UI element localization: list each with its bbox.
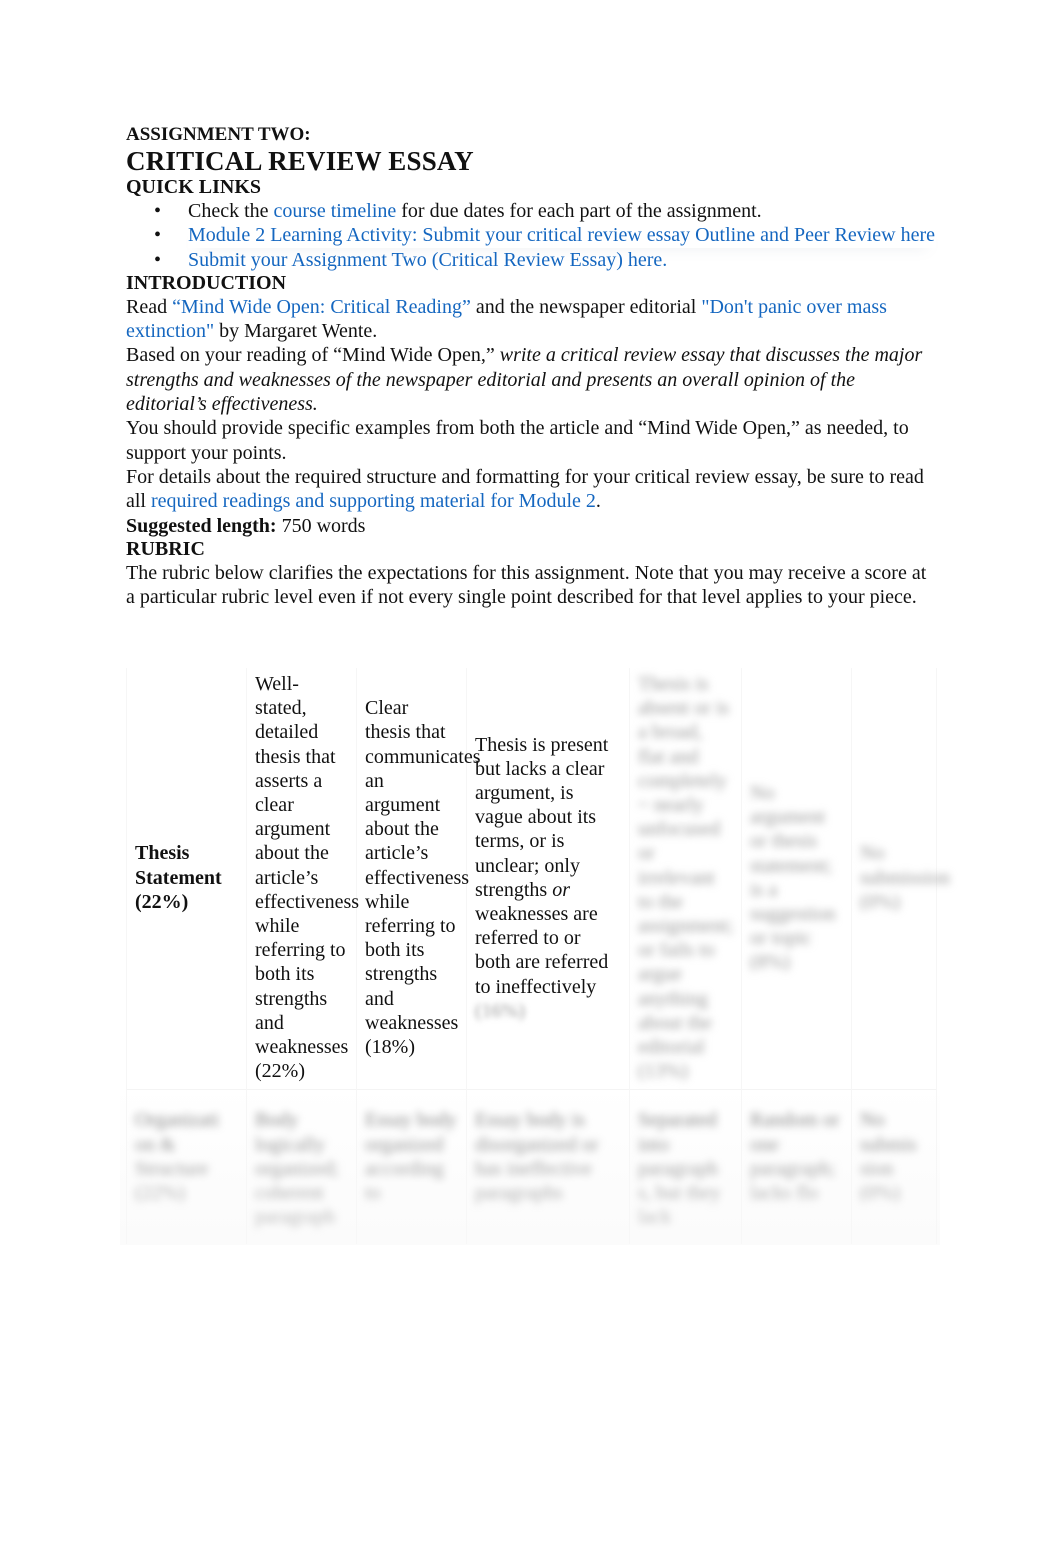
rubric-level-cell: Clear thesis that communicates an argume…: [356, 668, 481, 1090]
submit-assignment-two-link[interactable]: Submit your Assignment Two (Critical Rev…: [188, 249, 667, 271]
required-readings-link[interactable]: required readings and supporting materia…: [151, 490, 596, 512]
rubric-row-organization: Organizati on & Structure (22%) Body log…: [126, 1089, 937, 1245]
intro-paragraph-details: For details about the required structure…: [126, 465, 936, 514]
rubric-level-cell-blurred: No submis sion (0%): [851, 1089, 937, 1245]
page-title: CRITICAL REVIEW ESSAY: [126, 146, 474, 176]
quick-link-prefix: Check the: [188, 200, 274, 222]
intro-paragraph-readings: Read “Mind Wide Open: Critical Reading” …: [126, 295, 936, 344]
intro-text: Read: [126, 295, 173, 318]
intro-paragraph-examples: You should provide specific examples fro…: [126, 417, 909, 464]
rubric-level-cell-blurred: Random or one paragraph; lacks flo: [741, 1089, 852, 1245]
suggested-length: Suggested length: 750 words: [126, 514, 936, 538]
module2-learning-activity-link[interactable]: Module 2 Learning Activity: Submit your …: [188, 224, 935, 246]
rubric-table: Thesis Statement (22%) Well-stated, deta…: [126, 668, 950, 1245]
quick-link-item: • Module 2 Learning Activity: Submit you…: [154, 223, 936, 247]
intro-text: and the newspaper editorial: [470, 295, 702, 318]
bullet-icon: •: [154, 224, 162, 247]
suggested-length-value: 750 words: [276, 514, 366, 537]
rubric-level-cell: Thesis is present but lacks a clear argu…: [466, 668, 630, 1090]
rubric-level-cell-blurred: No argument or thesis statement; is a su…: [741, 668, 852, 1090]
rubric-row-thesis: Thesis Statement (22%) Well-stated, deta…: [126, 668, 950, 1090]
course-timeline-link[interactable]: course timeline: [274, 200, 397, 222]
rubric-intro: The rubric below clarifies the expectati…: [126, 561, 927, 609]
rubric-level-cell-blurred: No submission (0%): [851, 668, 950, 1090]
rubric-level-cell-blurred: Thesis is absent or is a broad, flat and…: [629, 668, 742, 1090]
intro-text: .: [595, 490, 601, 513]
bullet-icon: •: [154, 200, 162, 222]
rubric-level-text: weaknesses are referred to or both are r…: [475, 902, 609, 998]
rubric-level-cell-blurred: Body logically organized; coherent parag…: [246, 1089, 357, 1245]
rubric-level-cell-blurred: Essay body is disorganized or has ineffe…: [466, 1089, 630, 1245]
assignment-kicker: ASSIGNMENT TWO:: [126, 124, 311, 145]
quick-link-item: • Submit your Assignment Two (Critical R…: [154, 248, 936, 272]
intro-paragraph-task: Based on your reading of “Mind Wide Open…: [126, 343, 936, 416]
intro-text: by Margaret Wente.: [214, 320, 378, 343]
quick-link-suffix: for due dates for each part of the assig…: [396, 200, 762, 222]
rubric-level-text: Thesis is present but lacks a clear argu…: [475, 733, 609, 901]
quick-link-item: • Check the course timeline for due date…: [154, 199, 936, 223]
rubric-criterion: Thesis Statement (22%): [126, 668, 247, 1090]
rubric-criterion-blurred: Organizati on & Structure (22%): [126, 1089, 247, 1245]
introduction-heading: INTRODUCTION: [126, 271, 287, 294]
quick-links-list: • Check the course timeline for due date…: [126, 199, 936, 272]
rubric-level-cell-blurred: Essay body organized according to: [356, 1089, 467, 1245]
intro-text: Based on your reading of “Mind Wide Open…: [126, 344, 500, 367]
suggested-length-label: Suggested length:: [126, 514, 277, 537]
document-page: ASSIGNMENT TWO: CRITICAL REVIEW ESSAY QU…: [126, 124, 936, 609]
rubric-level-blurred-tail: (16%): [475, 999, 525, 1022]
rubric-heading: RUBRIC: [126, 537, 205, 560]
rubric-level-cell-blurred: Separated into paragraph s, but they lac…: [629, 1089, 742, 1245]
quick-links-heading: QUICK LINKS: [126, 176, 262, 198]
rubric-level-cell: Well-stated, detailed thesis that assert…: [246, 668, 359, 1090]
rubric-level-emphasis: or: [552, 878, 571, 901]
bullet-icon: •: [154, 248, 162, 271]
mind-wide-open-link[interactable]: “Mind Wide Open: Critical Reading”: [172, 296, 471, 318]
